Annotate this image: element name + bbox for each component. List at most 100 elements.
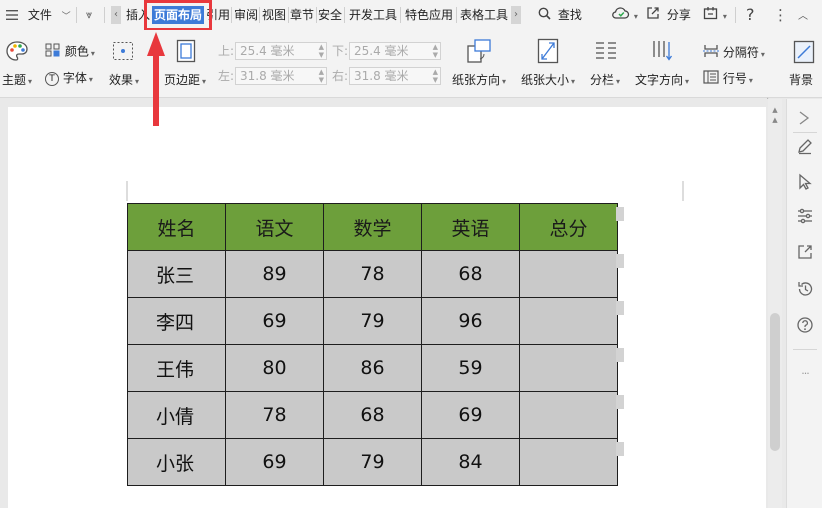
caret-down-icon: ▾ bbox=[502, 77, 507, 86]
font-t-icon: T bbox=[45, 71, 59, 86]
cell-total[interactable] bbox=[519, 438, 618, 486]
paper-size-icon[interactable] bbox=[537, 38, 559, 67]
tab-scroll-left-button[interactable]: ‹ bbox=[111, 6, 121, 24]
cell-name[interactable]: 张三 bbox=[127, 250, 226, 298]
cell-chinese[interactable]: 69 bbox=[225, 438, 324, 486]
grade-table[interactable]: 姓名 语文 数学 英语 总分 张三 89 78 68 李四 69 79 96 王… bbox=[127, 203, 618, 486]
table-row: 小倩 78 68 69 bbox=[127, 391, 618, 439]
row-marker bbox=[616, 395, 624, 409]
quick-access-dropdown-icon[interactable]: ⩔ bbox=[86, 0, 92, 30]
cell-english[interactable]: 68 bbox=[421, 250, 520, 298]
cell-math[interactable]: 79 bbox=[323, 297, 422, 345]
background-button[interactable]: 背景 bbox=[789, 72, 813, 88]
text-direction-label: 文字方向 bbox=[635, 73, 684, 87]
sliders-icon[interactable] bbox=[796, 207, 814, 225]
paper-size-button[interactable]: 纸张大小 ▾ bbox=[521, 72, 575, 90]
pen-icon[interactable] bbox=[796, 137, 814, 155]
caret-down-icon: ▾ bbox=[28, 77, 33, 86]
cell-english[interactable]: 96 bbox=[421, 297, 520, 345]
cell-chinese[interactable]: 80 bbox=[225, 344, 324, 392]
cell-math[interactable]: 86 bbox=[323, 344, 422, 392]
collapse-ribbon-button[interactable]: ︿ bbox=[798, 0, 808, 30]
background-icon[interactable] bbox=[793, 40, 815, 67]
tab-developer-tools[interactable]: 开发工具 bbox=[346, 6, 400, 24]
left-margin-field[interactable]: 31.8 毫米 ▲ ▼ bbox=[235, 67, 327, 85]
export-icon[interactable] bbox=[796, 243, 814, 261]
history-icon[interactable] bbox=[796, 280, 814, 298]
right-margin-label: 右: bbox=[332, 69, 349, 83]
tab-divider bbox=[259, 7, 260, 23]
header-cell-english[interactable]: 英语 bbox=[421, 203, 520, 251]
cell-total[interactable] bbox=[519, 250, 618, 298]
cell-chinese[interactable]: 78 bbox=[225, 391, 324, 439]
columns-button[interactable]: 分栏 ▾ bbox=[590, 72, 620, 90]
margin-icon[interactable] bbox=[176, 39, 196, 66]
cell-english[interactable]: 84 bbox=[421, 438, 520, 486]
theme-button[interactable]: 主题 ▾ bbox=[2, 72, 32, 90]
more-tools-button[interactable]: ▾ bbox=[703, 0, 727, 30]
vertical-scrollbar[interactable]: ▲ ▲ bbox=[768, 99, 782, 508]
theme-icon[interactable] bbox=[5, 40, 29, 65]
cell-name[interactable]: 小张 bbox=[127, 438, 226, 486]
cell-math[interactable]: 79 bbox=[323, 438, 422, 486]
cell-math[interactable]: 68 bbox=[323, 391, 422, 439]
tab-scroll-right-button[interactable]: › bbox=[511, 6, 521, 24]
color-button[interactable]: 颜色 ▾ bbox=[45, 43, 95, 62]
cell-english[interactable]: 59 bbox=[421, 344, 520, 392]
top-margin-field[interactable]: 25.4 毫米 ▲ ▼ bbox=[235, 42, 327, 60]
help-circle-icon[interactable] bbox=[796, 316, 814, 334]
tab-security[interactable]: 安全 bbox=[317, 6, 343, 24]
tab-table-tools[interactable]: 表格工具 bbox=[458, 6, 510, 24]
line-number-button[interactable]: 行号 ▾ bbox=[703, 70, 753, 89]
orientation-button[interactable]: 纸张方向 ▾ bbox=[452, 72, 506, 90]
search-button[interactable]: 查找 bbox=[538, 0, 582, 30]
header-cell-math[interactable]: 数学 bbox=[323, 203, 422, 251]
header-cell-name[interactable]: 姓名 bbox=[127, 203, 226, 251]
header-cell-total[interactable]: 总分 bbox=[519, 203, 618, 251]
cell-total[interactable] bbox=[519, 297, 618, 345]
cell-name[interactable]: 李四 bbox=[127, 297, 226, 345]
orientation-icon[interactable] bbox=[466, 38, 492, 67]
font-button[interactable]: T 字体 ▾ bbox=[45, 70, 93, 88]
margin-button[interactable]: 页边距 ▾ bbox=[164, 72, 206, 90]
cell-name[interactable]: 王伟 bbox=[127, 344, 226, 392]
cell-chinese[interactable]: 89 bbox=[225, 250, 324, 298]
right-margin-field[interactable]: 31.8 毫米 ▲ ▼ bbox=[349, 67, 441, 85]
table-row: 小张 69 79 84 bbox=[127, 438, 618, 486]
row-marker bbox=[616, 207, 624, 221]
file-menu[interactable]: 文件 ﹀ bbox=[6, 0, 71, 30]
effect-icon[interactable] bbox=[112, 41, 134, 64]
header-cell-chinese[interactable]: 语文 bbox=[225, 203, 324, 251]
share-button[interactable]: 分享 bbox=[646, 0, 691, 30]
scroll-up-icon[interactable]: ▲ bbox=[770, 117, 780, 124]
options-kebab-button[interactable]: ⋮ bbox=[773, 0, 788, 30]
hamburger-icon bbox=[6, 1, 18, 31]
columns-icon[interactable] bbox=[594, 40, 618, 65]
chevron-down-icon: ▾ bbox=[722, 12, 727, 21]
tab-view[interactable]: 视图 bbox=[261, 6, 287, 24]
cell-total[interactable] bbox=[519, 344, 618, 392]
table-header-row: 姓名 语文 数学 英语 总分 bbox=[127, 203, 618, 251]
cell-total[interactable] bbox=[519, 391, 618, 439]
cell-name[interactable]: 小倩 bbox=[127, 391, 226, 439]
more-icon[interactable]: ··· bbox=[795, 367, 815, 380]
effect-button[interactable]: 效果 ▾ bbox=[109, 72, 139, 90]
bottom-margin-field[interactable]: 25.4 毫米 ▲ ▼ bbox=[349, 42, 441, 60]
cell-math[interactable]: 78 bbox=[323, 250, 422, 298]
text-direction-icon[interactable] bbox=[650, 39, 674, 66]
tab-featured-apps[interactable]: 特色应用 bbox=[402, 6, 456, 24]
scrollbar-thumb[interactable] bbox=[770, 313, 780, 451]
cursor-icon[interactable] bbox=[796, 173, 814, 191]
cell-chinese[interactable]: 69 bbox=[225, 297, 324, 345]
tab-chapter[interactable]: 章节 bbox=[289, 6, 315, 24]
cloud-sync-button[interactable]: ▾ bbox=[612, 0, 638, 30]
help-button[interactable]: ? bbox=[746, 0, 755, 30]
cell-english[interactable]: 69 bbox=[421, 391, 520, 439]
scroll-up-icon[interactable]: ▲ bbox=[770, 107, 780, 114]
table-row: 王伟 80 86 59 bbox=[127, 344, 618, 392]
red-arrow-annotation bbox=[147, 32, 165, 126]
text-direction-button[interactable]: 文字方向 ▾ bbox=[635, 72, 689, 90]
sidebar-collapse-icon[interactable] bbox=[796, 109, 814, 127]
separator-button[interactable]: 分隔符 ▾ bbox=[703, 44, 765, 63]
tab-review[interactable]: 审阅 bbox=[233, 6, 259, 24]
